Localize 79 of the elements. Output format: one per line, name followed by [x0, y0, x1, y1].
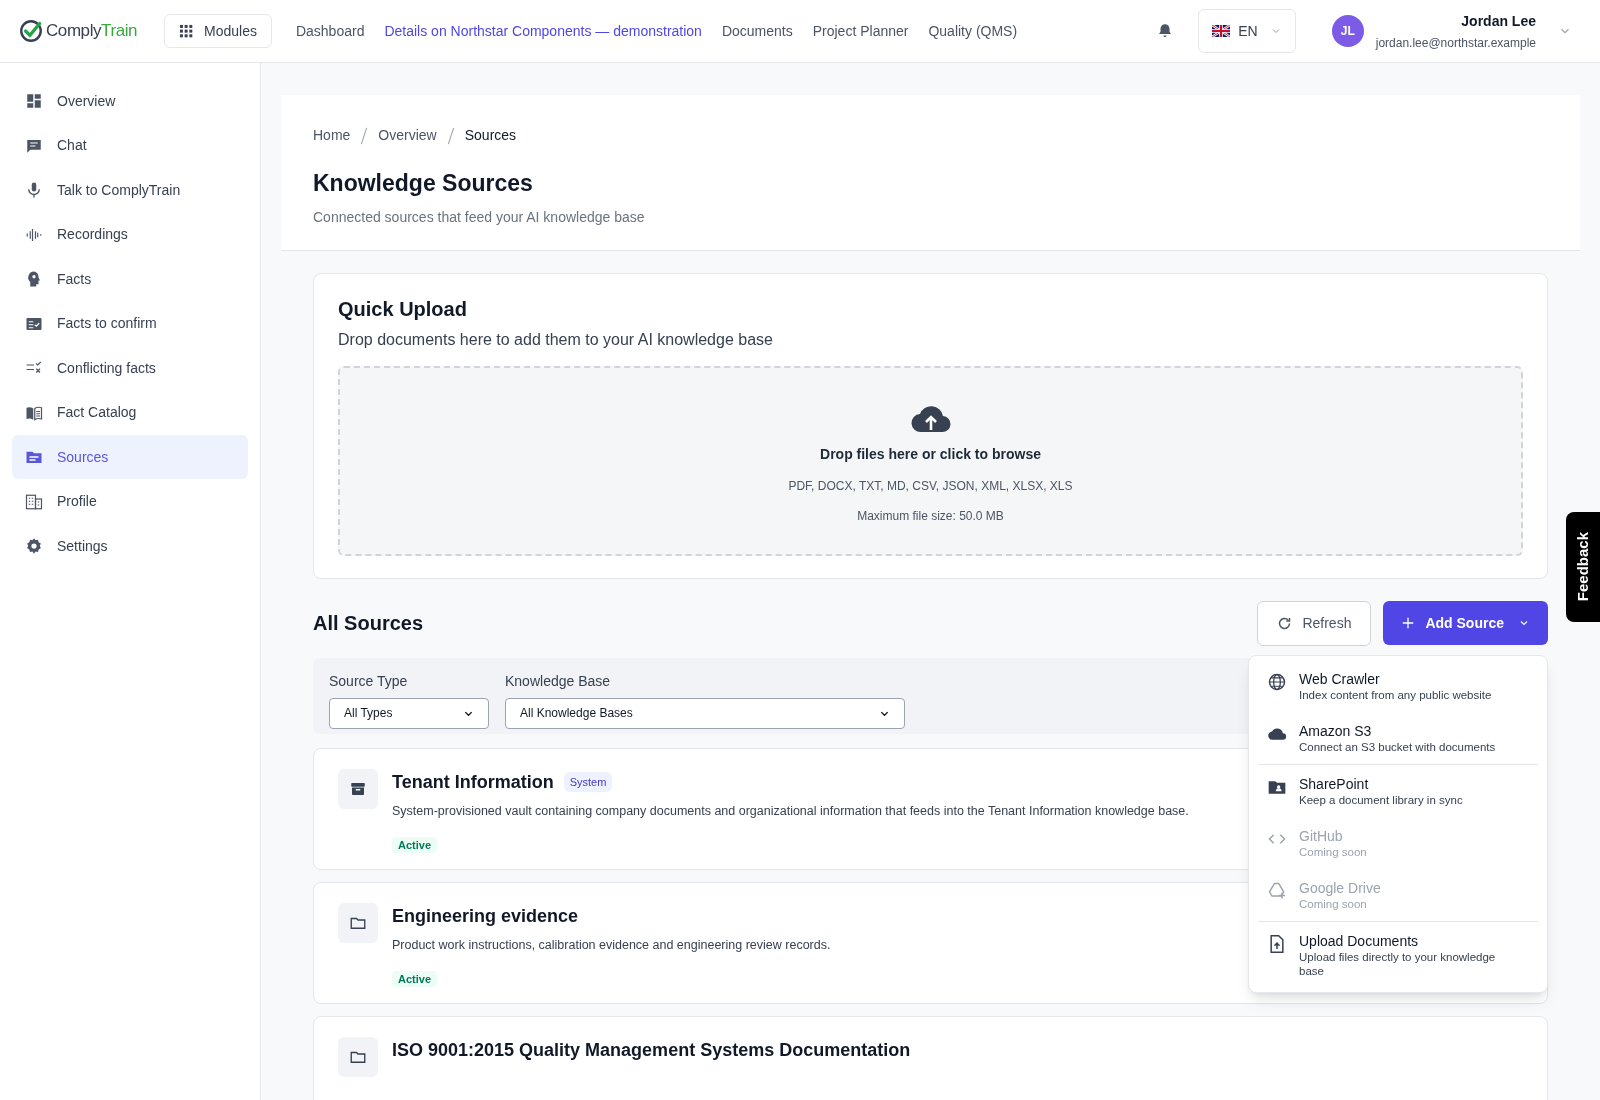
sidebar-item[interactable]: Facts: [12, 257, 248, 301]
cloud-upload-icon: [910, 403, 951, 434]
language-select[interactable]: EN: [1198, 9, 1296, 53]
slash-icon: [446, 126, 455, 145]
menu-item-description: Coming soon: [1299, 844, 1368, 859]
nav-link[interactable]: Details on Northstar Components — demonstration: [384, 20, 702, 42]
file-formats: PDF, DOCX, TXT, MD, CSV, JSON, XML, XLSX, XLS: [788, 477, 1073, 495]
section-title: All Sources: [313, 611, 424, 636]
nav-link[interactable]: Project Planner: [812, 20, 909, 42]
breadcrumb-link[interactable]: Overview: [378, 125, 437, 146]
refresh-button[interactable]: Refresh: [1257, 600, 1372, 646]
microphone-icon: [25, 181, 43, 199]
sidebar-item[interactable]: Profile: [12, 479, 248, 524]
source-name: ISO 9001:2015 Quality Management Systems Documentation: [392, 1038, 911, 1062]
menu-item-description: Coming soon: [1299, 896, 1368, 911]
filter-label: Source Type: [329, 671, 409, 691]
menu-item-title: Upload Documents: [1299, 931, 1420, 950]
sidebar-item[interactable]: Chat: [12, 123, 248, 168]
menu-item-description: Index content from any public website: [1299, 687, 1493, 702]
page-subtitle: Connected sources that feed your AI knowledge base: [313, 207, 646, 227]
head-icon: [25, 270, 43, 288]
sidebar-item[interactable]: Fact Catalog: [12, 390, 248, 435]
menu-item[interactable]: SharePoint Keep a document library in sync: [1257, 764, 1539, 817]
sidebar-item[interactable]: Conflicting facts: [12, 346, 248, 390]
grid-icon: [179, 23, 194, 39]
filter-select[interactable]: All Types: [329, 697, 489, 729]
filter-label: Knowledge Base: [505, 671, 612, 691]
menu-item[interactable]: Upload Documents Upload files directly to your knowledge base: [1257, 921, 1539, 988]
slash-icon: [360, 126, 369, 145]
nav-link[interactable]: Dashboard: [295, 20, 365, 42]
menu-item[interactable]: Web Crawler Index content from any public website: [1257, 659, 1539, 712]
sidebar-item[interactable]: Recordings: [12, 212, 248, 257]
page-title: Knowledge Sources: [313, 169, 534, 198]
menu-item-title: Amazon S3: [1299, 721, 1373, 740]
sidebar-item[interactable]: Overview: [12, 79, 248, 123]
flag-icon: [1212, 25, 1231, 37]
card-title: Quick Upload: [338, 296, 468, 322]
source-description: System-provisioned vault containing company documents and organizational information that feeds into the Tenant Information knowledge base.: [392, 802, 1189, 820]
menu-item-title: Web Crawler: [1299, 669, 1381, 688]
user-email: jordan.lee@northstar.example: [1375, 34, 1536, 52]
sidebar-item[interactable]: Sources: [12, 435, 248, 479]
file-upload-icon: [1267, 933, 1287, 954]
source-name: Tenant Information: [392, 770, 554, 794]
globe-icon: [1267, 671, 1287, 692]
user-name: Jordan Lee: [1461, 11, 1536, 31]
card-subtitle: Drop documents here to add them to your AI knowledge base: [338, 329, 774, 350]
nav-link[interactable]: Documents: [721, 20, 793, 42]
settings-icon: [25, 537, 43, 555]
modules-button[interactable]: Modules: [164, 14, 272, 48]
plus-icon: [1401, 616, 1416, 630]
menu-item-description: Connect an S3 bucket with documents: [1299, 739, 1497, 754]
menu-item[interactable]: Amazon S3 Connect an S3 bucket with documents: [1257, 711, 1539, 764]
add-source-button[interactable]: Add Source: [1383, 601, 1548, 645]
status-tag: Active: [392, 837, 438, 854]
breadcrumb-link[interactable]: Home: [313, 125, 351, 146]
sidebar-item[interactable]: Talk to ComplyTrain: [12, 168, 248, 212]
source-name: Engineering evidence: [392, 904, 579, 928]
feedback-tab[interactable]: Feedback: [1566, 512, 1600, 622]
nav-link[interactable]: Quality (QMS): [928, 20, 1018, 42]
refresh-icon: [1277, 615, 1293, 631]
menu-item-description: Upload files directly to your knowledge base: [1299, 949, 1497, 978]
source-description: Product work instructions, calibration evidence and engineering review records.: [392, 936, 831, 954]
status-tag: Active: [392, 971, 438, 988]
menu-item-title: GitHub: [1299, 826, 1344, 845]
sidebar-item[interactable]: Settings: [12, 524, 248, 568]
drop-zone[interactable]: Drop files here or click to browse PDF, DOCX, TXT, MD, CSV, JSON, XML, XLSX, XLS Maximum file size: 50.0 MB: [338, 365, 1523, 556]
system-tag: System: [563, 771, 613, 793]
menu-item-title: SharePoint: [1299, 774, 1370, 793]
menu-item-title: Google Drive: [1299, 878, 1382, 897]
check-circle-icon: [18, 18, 44, 44]
dashboard-icon: [25, 92, 43, 110]
building-icon: [25, 492, 43, 511]
menu-item-description: Keep a document library in sync: [1299, 792, 1464, 807]
drop-prompt: Drop files here or click to browse: [820, 444, 1041, 464]
avatar: JL: [1331, 15, 1364, 47]
filter-select[interactable]: All Knowledge Bases: [505, 697, 905, 729]
sidebar-item[interactable]: Facts to confirm: [12, 301, 248, 346]
logo[interactable]: ComplyTrain: [18, 18, 164, 44]
file-size-limit: Maximum file size: 50.0 MB: [857, 507, 1004, 525]
